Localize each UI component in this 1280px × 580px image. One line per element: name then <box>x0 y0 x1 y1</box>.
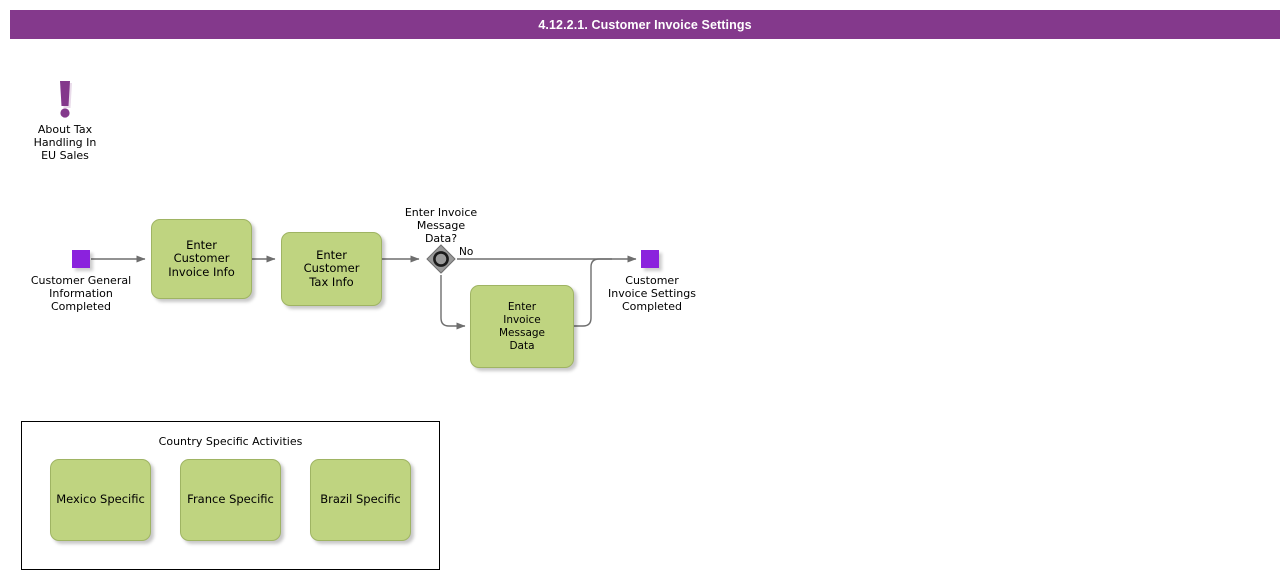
task-enter-invoice-message-data[interactable]: Enter Invoice Message Data <box>470 285 574 368</box>
gateway-diamond-icon <box>426 244 456 274</box>
task-france-specific[interactable]: France Specific <box>180 459 281 541</box>
task-brazil-specific-label: Brazil Specific <box>320 492 401 507</box>
gateway-invoice-message[interactable] <box>426 244 456 274</box>
end-event[interactable] <box>641 250 659 268</box>
gateway-invoice-message-label: Enter Invoice Message Data? <box>404 206 478 245</box>
exclamation-mark-icon <box>60 81 72 118</box>
task-brazil-specific[interactable]: Brazil Specific <box>310 459 411 541</box>
annotation-about-tax-handling-label: About Tax Handling In EU Sales <box>33 123 97 162</box>
flow-label-no: No <box>459 246 474 258</box>
task-mexico-specific[interactable]: Mexico Specific <box>50 459 151 541</box>
task-enter-customer-invoice-info-label: Enter Customer Invoice Info <box>168 237 235 279</box>
bpmn-diagram-canvas: About Tax Handling In EU Sales Customer … <box>0 0 1280 580</box>
task-france-specific-label: France Specific <box>187 492 274 507</box>
task-mexico-specific-label: Mexico Specific <box>56 492 145 507</box>
start-event-label: Customer General Information Completed <box>30 274 132 313</box>
task-enter-customer-invoice-info[interactable]: Enter Customer Invoice Info <box>151 219 252 299</box>
task-enter-customer-tax-info-label: Enter Customer Tax Info <box>303 247 360 289</box>
end-event-label: Customer Invoice Settings Completed <box>608 274 696 313</box>
start-event[interactable] <box>72 250 90 268</box>
task-enter-customer-tax-info[interactable]: Enter Customer Tax Info <box>281 232 382 306</box>
group-country-specific-activities-title: Country Specific Activities <box>158 435 303 448</box>
task-enter-invoice-message-data-label: Enter Invoice Message Data <box>498 300 546 352</box>
